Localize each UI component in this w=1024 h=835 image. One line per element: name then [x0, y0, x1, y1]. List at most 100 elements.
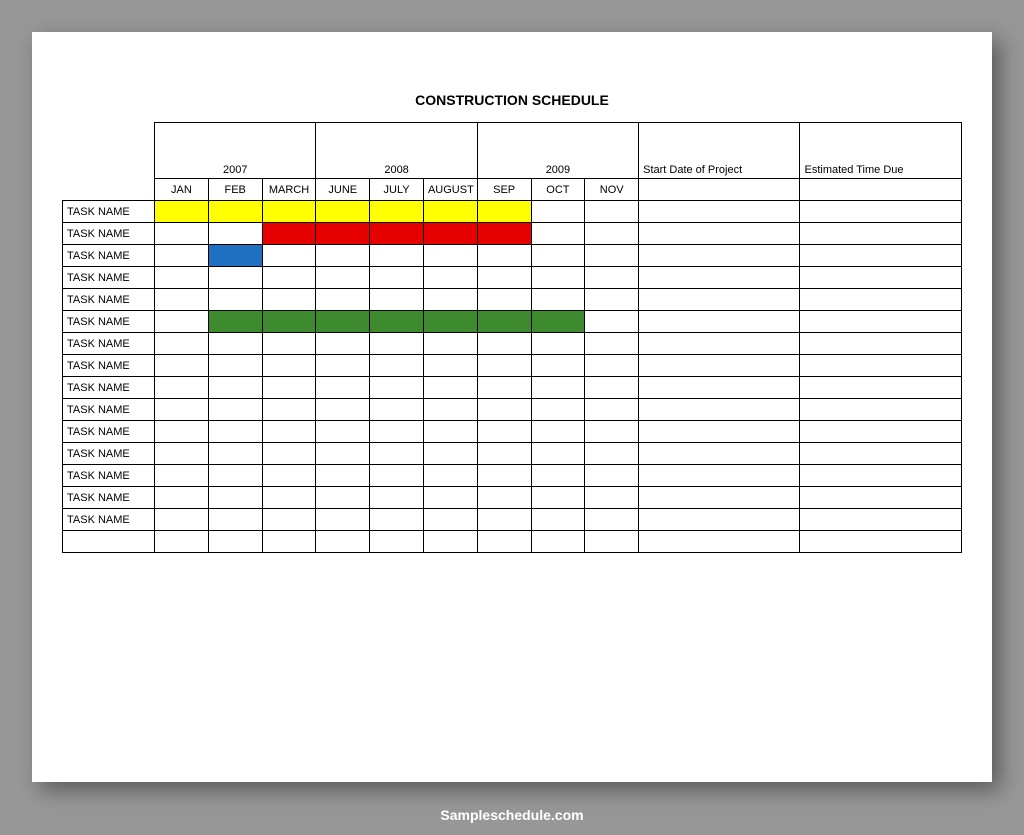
gantt-cell	[423, 465, 477, 487]
gantt-cell	[585, 421, 639, 443]
table-row: TASK NAME	[63, 223, 962, 245]
gantt-cell	[423, 509, 477, 531]
start-date-cell	[639, 487, 800, 509]
table-row: TASK NAME	[63, 377, 962, 399]
gantt-cell	[370, 399, 424, 421]
gantt-cell	[423, 487, 477, 509]
gantt-cell	[155, 421, 209, 443]
gantt-cell	[477, 311, 531, 333]
start-date-cell	[639, 509, 800, 531]
task-label: TASK NAME	[63, 509, 155, 531]
task-label: TASK NAME	[63, 311, 155, 333]
due-date-header: Estimated Time Due	[800, 123, 962, 179]
gantt-cell	[423, 223, 477, 245]
gantt-cell	[155, 201, 209, 223]
gantt-cell	[316, 223, 370, 245]
gantt-cell	[316, 355, 370, 377]
gantt-cell	[370, 201, 424, 223]
gantt-cell	[370, 223, 424, 245]
gantt-cell	[316, 267, 370, 289]
table-row: TASK NAME	[63, 421, 962, 443]
gantt-cell	[262, 311, 316, 333]
gantt-cell	[316, 509, 370, 531]
task-label	[63, 531, 155, 553]
task-label: TASK NAME	[63, 333, 155, 355]
gantt-cell	[155, 267, 209, 289]
gantt-cell	[477, 443, 531, 465]
gantt-cell	[262, 333, 316, 355]
gantt-cell	[477, 267, 531, 289]
gantt-cell	[316, 201, 370, 223]
table-row: TASK NAME	[63, 399, 962, 421]
gantt-cell	[423, 377, 477, 399]
start-date-cell	[639, 311, 800, 333]
gantt-cell	[262, 267, 316, 289]
start-date-cell	[639, 355, 800, 377]
gantt-cell	[370, 245, 424, 267]
gantt-cell	[531, 443, 585, 465]
gantt-cell	[423, 355, 477, 377]
gantt-cell	[208, 531, 262, 553]
gantt-cell	[155, 311, 209, 333]
page-title: CONSTRUCTION SCHEDULE	[62, 92, 962, 108]
table-row: TASK NAME	[63, 289, 962, 311]
due-date-subheader	[800, 179, 962, 201]
start-date-cell	[639, 333, 800, 355]
gantt-cell	[531, 377, 585, 399]
task-label: TASK NAME	[63, 245, 155, 267]
gantt-cell	[155, 377, 209, 399]
gantt-cell	[423, 333, 477, 355]
table-row: TASK NAME	[63, 509, 962, 531]
gantt-cell	[262, 289, 316, 311]
gantt-cell	[316, 311, 370, 333]
watermark-footer: Sampleschedule.com	[0, 807, 1024, 823]
gantt-cell	[155, 223, 209, 245]
task-label: TASK NAME	[63, 289, 155, 311]
schedule-table: 2007 2008 2009 Start Date of Project Est…	[62, 122, 962, 553]
table-row: TASK NAME	[63, 333, 962, 355]
gantt-cell	[155, 487, 209, 509]
gantt-cell	[316, 399, 370, 421]
table-row: TASK NAME	[63, 245, 962, 267]
start-date-cell	[639, 223, 800, 245]
month-sep: SEP	[477, 179, 531, 201]
gantt-cell	[585, 399, 639, 421]
start-date-cell	[639, 421, 800, 443]
gantt-cell	[531, 267, 585, 289]
gantt-cell	[262, 399, 316, 421]
month-feb: FEB	[208, 179, 262, 201]
gantt-cell	[316, 245, 370, 267]
gantt-cell	[208, 465, 262, 487]
gantt-cell	[316, 531, 370, 553]
start-date-cell	[639, 245, 800, 267]
start-date-cell	[639, 289, 800, 311]
gantt-cell	[477, 245, 531, 267]
gantt-cell	[585, 201, 639, 223]
year-header-row: 2007 2008 2009 Start Date of Project Est…	[63, 123, 962, 179]
table-row: TASK NAME	[63, 267, 962, 289]
gantt-cell	[477, 355, 531, 377]
due-date-cell	[800, 355, 962, 377]
task-label: TASK NAME	[63, 465, 155, 487]
gantt-cell	[585, 443, 639, 465]
gantt-cell	[531, 509, 585, 531]
gantt-cell	[316, 289, 370, 311]
gantt-cell	[208, 399, 262, 421]
due-date-cell	[800, 267, 962, 289]
gantt-cell	[370, 443, 424, 465]
gantt-cell	[585, 465, 639, 487]
start-date-cell	[639, 399, 800, 421]
month-header-row: JAN FEB MARCH JUNE JULY AUGUST SEP OCT N…	[63, 179, 962, 201]
gantt-cell	[477, 289, 531, 311]
gantt-cell	[477, 377, 531, 399]
gantt-cell	[370, 487, 424, 509]
gantt-cell	[262, 421, 316, 443]
gantt-cell	[423, 399, 477, 421]
table-row: TASK NAME	[63, 465, 962, 487]
gantt-cell	[423, 531, 477, 553]
gantt-cell	[477, 333, 531, 355]
due-date-cell	[800, 399, 962, 421]
gantt-cell	[477, 201, 531, 223]
month-july: JULY	[370, 179, 424, 201]
gantt-cell	[477, 223, 531, 245]
